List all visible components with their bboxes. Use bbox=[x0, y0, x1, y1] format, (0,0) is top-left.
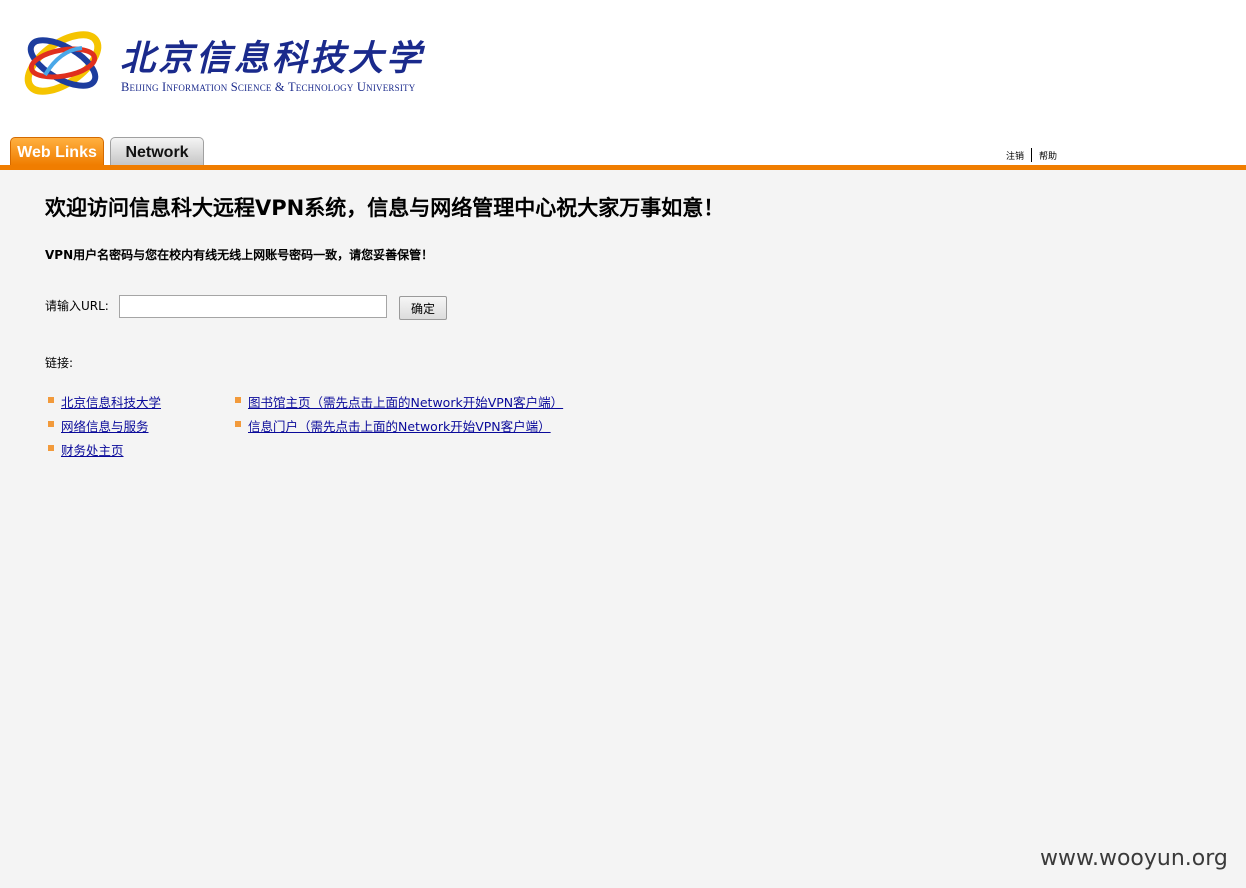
welcome-heading: 欢迎访问信息科大远程VPN系统，信息与网络管理中心祝大家万事如意！ bbox=[45, 196, 725, 220]
bullet-icon bbox=[235, 421, 241, 427]
url-input[interactable] bbox=[119, 295, 387, 318]
link-item: 北京信息科技大学 bbox=[45, 392, 161, 411]
tab-web-links[interactable]: Web Links bbox=[10, 137, 104, 165]
link-item: 财务处主页 bbox=[45, 440, 124, 459]
link-item: 网络信息与服务 bbox=[45, 416, 149, 435]
logo-english-name: Beijing Information Science & Technology… bbox=[121, 80, 416, 94]
link-finance-home[interactable]: 财务处主页 bbox=[61, 443, 124, 458]
password-notice: VPN用户名密码与您在校内有线无线上网账号密码一致，请您妥善保管！ bbox=[45, 248, 434, 262]
watermark: www.wooyun.org bbox=[1040, 846, 1228, 871]
link-item: 图书馆主页（需先点击上面的Network开始VPN客户端） bbox=[232, 392, 563, 411]
link-info-portal[interactable]: 信息门户（需先点击上面的Network开始VPN客户端） bbox=[248, 419, 551, 434]
link-bistu-home[interactable]: 北京信息科技大学 bbox=[61, 395, 161, 410]
link-network-services[interactable]: 网络信息与服务 bbox=[61, 419, 149, 434]
tab-underline-bar bbox=[0, 165, 1246, 170]
bullet-icon bbox=[48, 397, 54, 403]
bullet-icon bbox=[48, 421, 54, 427]
logout-link[interactable]: 注销 bbox=[1006, 152, 1024, 162]
links-label: 链接: bbox=[45, 356, 74, 370]
bullet-icon bbox=[48, 445, 54, 451]
logo-chinese-name: 北京信息科技大学 bbox=[120, 38, 425, 79]
university-emblem-icon bbox=[24, 31, 102, 95]
link-library-home[interactable]: 图书馆主页（需先点击上面的Network开始VPN客户端） bbox=[248, 395, 563, 410]
url-label: 请输入URL: bbox=[45, 299, 109, 313]
bullet-icon bbox=[235, 397, 241, 403]
top-links: 注销 帮助 bbox=[1006, 148, 1057, 162]
tab-network[interactable]: Network bbox=[110, 137, 204, 165]
help-link[interactable]: 帮助 bbox=[1039, 152, 1057, 162]
confirm-button[interactable]: 确定 bbox=[399, 296, 447, 320]
university-logo: 北京信息科技大学 Beijing Information Science & T… bbox=[20, 20, 425, 108]
link-separator bbox=[1031, 148, 1033, 162]
link-item: 信息门户（需先点击上面的Network开始VPN客户端） bbox=[232, 416, 551, 435]
page-header: 北京信息科技大学 Beijing Information Science & T… bbox=[0, 0, 1246, 165]
